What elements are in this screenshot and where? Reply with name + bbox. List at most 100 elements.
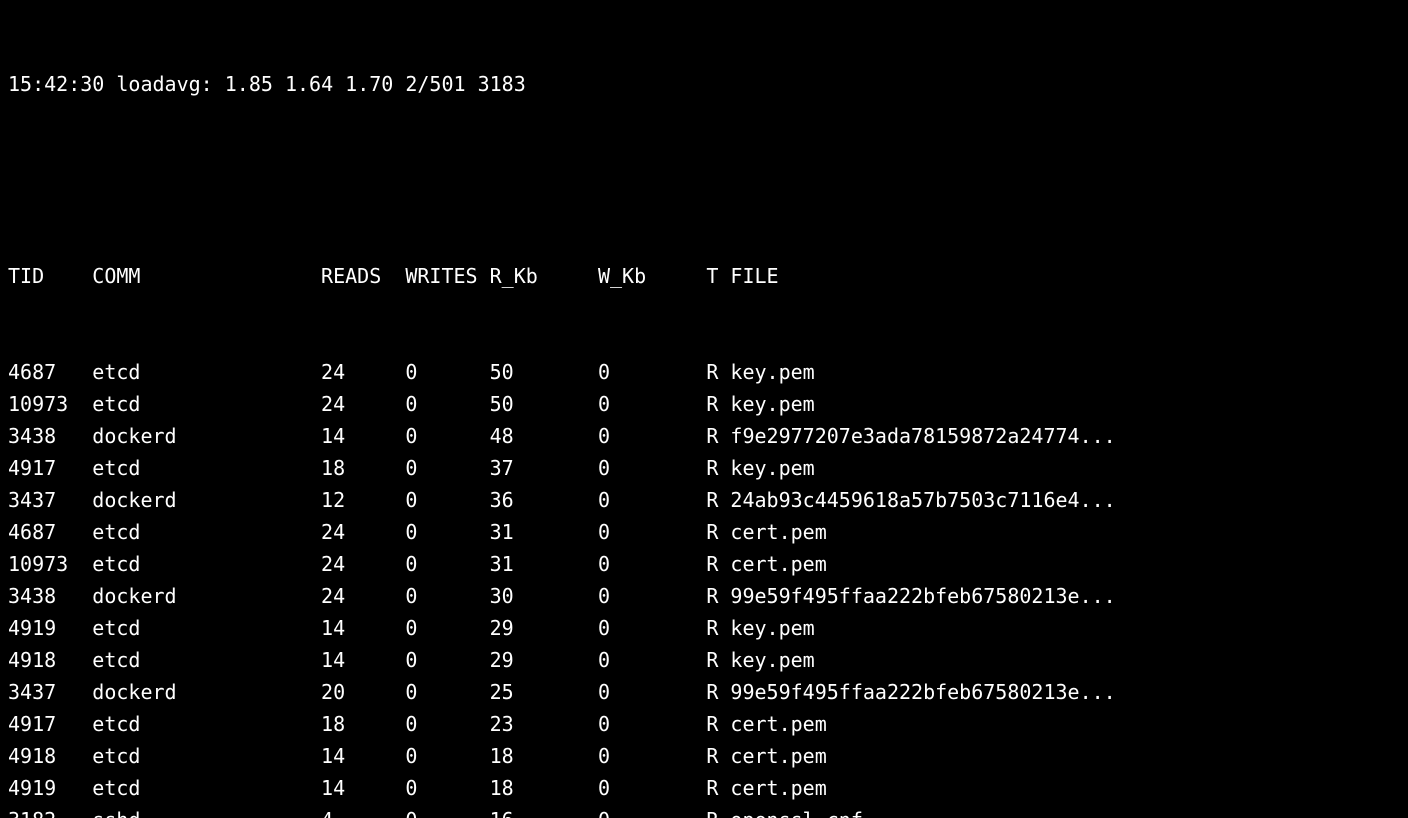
cell-file: f9e2977207e3ada78159872a24774... (730, 420, 1115, 452)
table-row: 4919etcd140290Rkey.pem (8, 612, 1400, 644)
cell-reads: 14 (321, 740, 405, 772)
cell-file: openssl.cnf (730, 804, 862, 818)
cell-comm: dockerd (92, 676, 321, 708)
cell-t: R (706, 612, 730, 644)
cell-t: R (706, 420, 730, 452)
cell-tid: 4687 (8, 356, 92, 388)
cell-rkb: 18 (490, 772, 598, 804)
cell-writes: 0 (405, 644, 489, 676)
cell-comm: etcd (92, 708, 321, 740)
cell-reads: 24 (321, 548, 405, 580)
cell-tid: 3438 (8, 420, 92, 452)
cell-tid: 3437 (8, 676, 92, 708)
cell-reads: 14 (321, 772, 405, 804)
cell-rkb: 48 (490, 420, 598, 452)
cell-tid: 3182 (8, 804, 92, 818)
status-line: 15:42:30 loadavg: 1.85 1.64 1.70 2/501 3… (8, 68, 1400, 100)
table-row: 4917etcd180230Rcert.pem (8, 708, 1400, 740)
cell-file: 99e59f495ffaa222bfeb67580213e... (730, 580, 1115, 612)
cell-t: R (706, 644, 730, 676)
cell-file: cert.pem (730, 548, 826, 580)
cell-tid: 4917 (8, 708, 92, 740)
cell-rkb: 23 (490, 708, 598, 740)
cell-file: key.pem (730, 612, 814, 644)
cell-reads: 4 (321, 804, 405, 818)
cell-writes: 0 (405, 516, 489, 548)
cell-file: key.pem (730, 388, 814, 420)
cell-wkb: 0 (598, 644, 706, 676)
cell-wkb: 0 (598, 548, 706, 580)
cell-wkb: 0 (598, 388, 706, 420)
blank-line (8, 164, 1400, 196)
cell-rkb: 36 (490, 484, 598, 516)
cell-reads: 24 (321, 516, 405, 548)
cell-wkb: 0 (598, 708, 706, 740)
cell-wkb: 0 (598, 580, 706, 612)
table-row: 3182sshd40160Ropenssl.cnf (8, 804, 1400, 818)
cell-writes: 0 (405, 356, 489, 388)
cell-tid: 4918 (8, 644, 92, 676)
cell-reads: 24 (321, 580, 405, 612)
cell-writes: 0 (405, 420, 489, 452)
cell-comm: dockerd (92, 484, 321, 516)
cell-rkb: 37 (490, 452, 598, 484)
cell-rkb: 31 (490, 516, 598, 548)
cell-writes: 0 (405, 580, 489, 612)
cell-wkb: 0 (598, 772, 706, 804)
cell-tid: 4687 (8, 516, 92, 548)
cell-comm: sshd (92, 804, 321, 818)
table-body: 4687etcd240500Rkey.pem10973etcd240500Rke… (8, 356, 1400, 818)
cell-rkb: 29 (490, 644, 598, 676)
cell-rkb: 31 (490, 548, 598, 580)
header-wkb: W_Kb (598, 260, 706, 292)
cell-wkb: 0 (598, 740, 706, 772)
terminal-screen[interactable]: 15:42:30 loadavg: 1.85 1.64 1.70 2/501 3… (0, 0, 1408, 818)
cell-wkb: 0 (598, 484, 706, 516)
cell-comm: etcd (92, 740, 321, 772)
table-row: 3438dockerd240300R99e59f495ffaa222bfeb67… (8, 580, 1400, 612)
cell-tid: 4917 (8, 452, 92, 484)
table-row: 10973etcd240500Rkey.pem (8, 388, 1400, 420)
table-row: 3437dockerd200250R99e59f495ffaa222bfeb67… (8, 676, 1400, 708)
cell-reads: 14 (321, 612, 405, 644)
cell-reads: 18 (321, 452, 405, 484)
cell-t: R (706, 388, 730, 420)
table-row: 4918etcd140290Rkey.pem (8, 644, 1400, 676)
cell-wkb: 0 (598, 676, 706, 708)
cell-wkb: 0 (598, 516, 706, 548)
cell-rkb: 50 (490, 388, 598, 420)
cell-rkb: 50 (490, 356, 598, 388)
cell-file: key.pem (730, 356, 814, 388)
cell-t: R (706, 484, 730, 516)
cell-rkb: 16 (490, 804, 598, 818)
cell-t: R (706, 804, 730, 818)
cell-rkb: 18 (490, 740, 598, 772)
cell-tid: 10973 (8, 388, 92, 420)
cell-tid: 10973 (8, 548, 92, 580)
cell-tid: 3437 (8, 484, 92, 516)
cell-tid: 4918 (8, 740, 92, 772)
cell-file: 99e59f495ffaa222bfeb67580213e... (730, 676, 1115, 708)
table-row: 4918etcd140180Rcert.pem (8, 740, 1400, 772)
table-row: 4917etcd180370Rkey.pem (8, 452, 1400, 484)
cell-wkb: 0 (598, 356, 706, 388)
table-row: 4919etcd140180Rcert.pem (8, 772, 1400, 804)
table-row: 10973etcd240310Rcert.pem (8, 548, 1400, 580)
cell-wkb: 0 (598, 452, 706, 484)
header-reads: READS (321, 260, 405, 292)
cell-comm: dockerd (92, 580, 321, 612)
table-row: 3438dockerd140480Rf9e2977207e3ada7815987… (8, 420, 1400, 452)
cell-reads: 12 (321, 484, 405, 516)
cell-rkb: 25 (490, 676, 598, 708)
cell-comm: dockerd (92, 420, 321, 452)
cell-writes: 0 (405, 388, 489, 420)
cell-t: R (706, 452, 730, 484)
cell-t: R (706, 708, 730, 740)
cell-file: key.pem (730, 452, 814, 484)
header-t: T (706, 260, 730, 292)
cell-reads: 18 (321, 708, 405, 740)
cell-comm: etcd (92, 772, 321, 804)
cell-comm: etcd (92, 612, 321, 644)
cell-tid: 4919 (8, 612, 92, 644)
cell-writes: 0 (405, 772, 489, 804)
